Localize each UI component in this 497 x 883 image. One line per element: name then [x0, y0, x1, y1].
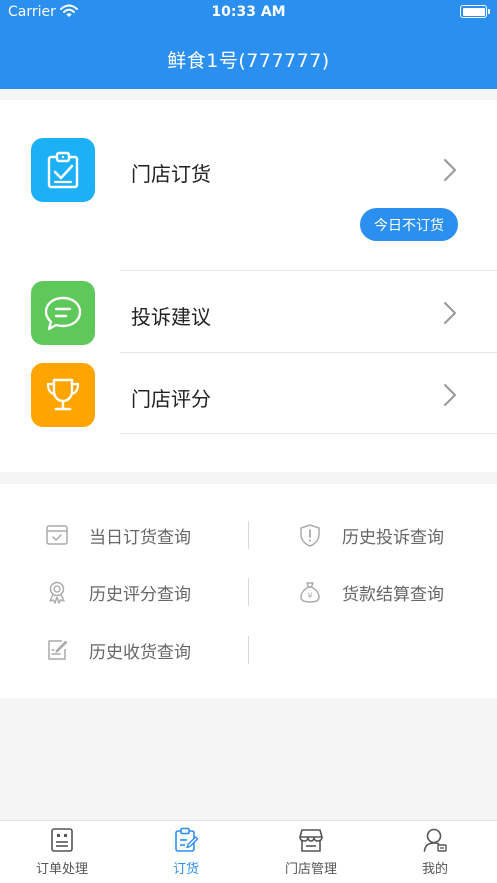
divider: [120, 270, 497, 271]
header: Carrier 10:33 AM 鲜食1号(777777): [0, 0, 497, 89]
battery-icon: [460, 5, 490, 18]
query-history-receipt[interactable]: 历史收货查询: [45, 635, 225, 665]
shield-alert-icon: [300, 524, 320, 547]
page-title: 鲜食1号(777777): [167, 50, 330, 72]
query-card: 当日订货查询 历史投诉查询 历史评分查询 ¥ 货款结算查询 历史收货查询: [0, 484, 497, 698]
tab-mine[interactable]: 我的: [373, 821, 497, 883]
divider: [248, 578, 249, 606]
divider: [120, 352, 497, 353]
award-badge-icon: [49, 581, 65, 604]
tab-ordering[interactable]: 订货: [124, 821, 248, 883]
divider: [248, 521, 249, 549]
query-history-complaint[interactable]: 历史投诉查询: [298, 520, 478, 550]
tab-order-processing[interactable]: 订单处理: [0, 821, 124, 883]
storefront-icon: [299, 829, 323, 852]
trophy-icon: [31, 363, 95, 427]
clock: 10:33 AM: [211, 4, 286, 20]
menu-item-complaints[interactable]: 投诉建议: [0, 281, 497, 345]
clipboard-check-icon: [31, 138, 95, 202]
query-daily-order[interactable]: 当日订货查询: [45, 520, 225, 550]
calendar-check-icon: [46, 525, 68, 545]
query-label: 历史收货查询: [89, 643, 191, 663]
tab-bar: 订单处理 订货 门店管理 我的: [0, 820, 497, 883]
menu-card: 门店订货 今日不订货 投诉建议 门店评分: [0, 100, 497, 472]
query-label: 历史评分查询: [89, 585, 191, 605]
menu-label-complaints: 投诉建议: [131, 305, 211, 329]
chat-bubble-icon: [31, 281, 95, 345]
tab-label: 订单处理: [35, 862, 88, 877]
no-order-today-button[interactable]: 今日不订货: [360, 208, 458, 241]
status-bar: Carrier 10:33 AM: [0, 0, 497, 26]
tab-store-management[interactable]: 门店管理: [249, 821, 373, 883]
query-label: 货款结算查询: [342, 585, 444, 605]
query-payment-settlement[interactable]: ¥ 货款结算查询: [298, 577, 478, 607]
chevron-right-icon: [444, 384, 456, 406]
divider: [248, 636, 249, 664]
order-list-icon: [51, 828, 73, 852]
menu-label-store-order: 门店订货: [131, 162, 211, 186]
money-bag-icon: ¥: [300, 582, 320, 603]
edit-document-icon: [48, 640, 68, 660]
menu-item-store-rating[interactable]: 门店评分: [0, 363, 497, 427]
user-profile-icon: [423, 828, 447, 852]
query-label: 当日订货查询: [89, 528, 191, 548]
query-label: 历史投诉查询: [342, 528, 444, 548]
tab-label: 订货: [172, 862, 199, 877]
chevron-right-icon: [444, 159, 456, 181]
tab-label: 我的: [421, 862, 448, 877]
query-history-rating[interactable]: 历史评分查询: [45, 577, 225, 607]
clipboard-edit-icon: [175, 827, 198, 852]
chevron-right-icon: [444, 302, 456, 324]
menu-item-store-order[interactable]: 门店订货: [0, 138, 497, 202]
menu-label-store-rating: 门店评分: [131, 387, 211, 411]
tab-label: 门店管理: [284, 862, 337, 877]
svg-text:¥: ¥: [307, 592, 312, 601]
divider: [120, 433, 497, 434]
